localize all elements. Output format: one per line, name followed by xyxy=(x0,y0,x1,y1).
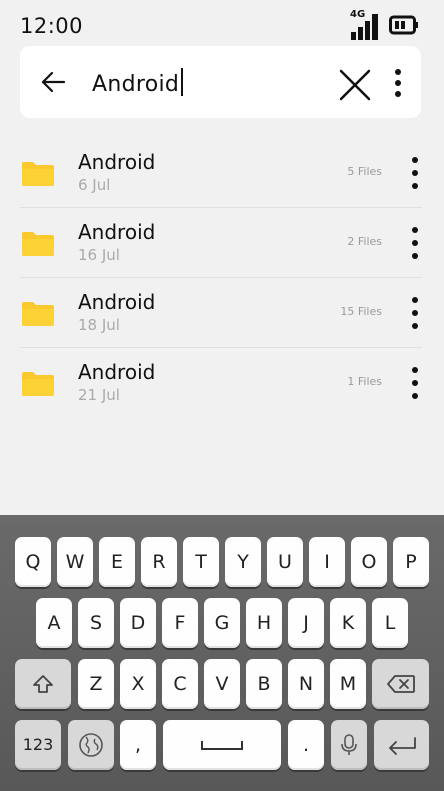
key-h[interactable]: H xyxy=(246,598,282,648)
battery-icon xyxy=(389,15,418,35)
folder-icon xyxy=(22,302,54,326)
folder-name: Android xyxy=(78,150,156,174)
key-j[interactable]: J xyxy=(288,598,324,648)
status-bar: 12:00 4G xyxy=(0,0,444,46)
space-icon xyxy=(201,741,243,750)
backspace-icon xyxy=(386,675,415,693)
key-s[interactable]: S xyxy=(78,598,114,648)
key-o[interactable]: O xyxy=(351,537,387,587)
folder-date: 6 Jul xyxy=(78,176,111,194)
return-icon xyxy=(388,737,416,755)
text-cursor xyxy=(181,68,184,96)
key-z[interactable]: Z xyxy=(78,659,114,709)
key-y[interactable]: Y xyxy=(225,537,261,587)
file-count: 5 Files xyxy=(347,165,382,178)
key-i[interactable]: I xyxy=(309,537,345,587)
folder-icon xyxy=(22,162,54,186)
key-f[interactable]: F xyxy=(162,598,198,648)
key-w[interactable]: W xyxy=(57,537,93,587)
key-c[interactable]: C xyxy=(162,659,198,709)
key-x[interactable]: X xyxy=(120,659,156,709)
clear-icon[interactable] xyxy=(338,68,372,102)
list-item[interactable]: Android 16 Jul 2 Files xyxy=(0,208,444,278)
back-arrow-icon[interactable] xyxy=(40,70,66,94)
file-count: 1 Files xyxy=(347,375,382,388)
key-p[interactable]: P xyxy=(393,537,429,587)
file-count: 2 Files xyxy=(347,235,382,248)
folder-name: Android xyxy=(78,360,156,384)
more-options-icon[interactable] xyxy=(408,156,422,190)
enter-key[interactable] xyxy=(374,720,429,770)
shift-key[interactable] xyxy=(15,659,71,709)
file-list: Android 6 Jul 5 Files Android 16 Jul 2 F… xyxy=(0,138,444,418)
key-t[interactable]: T xyxy=(183,537,219,587)
signal-icon xyxy=(351,14,378,40)
shift-icon xyxy=(33,675,53,693)
space-key[interactable] xyxy=(163,720,281,770)
backspace-key[interactable] xyxy=(372,659,429,709)
globe-key[interactable] xyxy=(68,720,114,770)
voice-input-key[interactable] xyxy=(331,720,367,770)
key-l[interactable]: L xyxy=(372,598,408,648)
key-v[interactable]: V xyxy=(204,659,240,709)
key-u[interactable]: U xyxy=(267,537,303,587)
search-bar: Android xyxy=(20,46,421,118)
folder-icon xyxy=(22,372,54,396)
list-item[interactable]: Android 18 Jul 15 Files xyxy=(0,278,444,348)
clock: 12:00 xyxy=(20,14,84,38)
list-item[interactable]: Android 6 Jul 5 Files xyxy=(0,138,444,208)
search-query: Android xyxy=(92,72,180,97)
microphone-icon xyxy=(341,734,357,755)
key-e[interactable]: E xyxy=(99,537,135,587)
list-item[interactable]: Android 21 Jul 1 Files xyxy=(0,348,444,418)
more-options-icon[interactable] xyxy=(408,366,422,400)
folder-name: Android xyxy=(78,220,156,244)
key-q[interactable]: Q xyxy=(15,537,51,587)
key-m[interactable]: M xyxy=(330,659,366,709)
more-options-icon[interactable] xyxy=(391,68,405,98)
folder-date: 18 Jul xyxy=(78,316,120,334)
search-input[interactable]: Android xyxy=(92,68,184,97)
period-key[interactable]: . xyxy=(288,720,324,770)
numbers-key[interactable]: 123 xyxy=(15,720,61,770)
globe-icon xyxy=(79,733,103,757)
folder-name: Android xyxy=(78,290,156,314)
key-r[interactable]: R xyxy=(141,537,177,587)
more-options-icon[interactable] xyxy=(408,296,422,330)
folder-date: 21 Jul xyxy=(78,386,120,404)
folder-icon xyxy=(22,232,54,256)
folder-date: 16 Jul xyxy=(78,246,120,264)
key-a[interactable]: A xyxy=(36,598,72,648)
on-screen-keyboard: Q W E R T Y U I O P A S D F G H J K L Z … xyxy=(0,515,444,791)
key-n[interactable]: N xyxy=(288,659,324,709)
key-b[interactable]: B xyxy=(246,659,282,709)
file-count: 15 Files xyxy=(340,305,382,318)
comma-key[interactable]: , xyxy=(120,720,156,770)
key-d[interactable]: D xyxy=(120,598,156,648)
more-options-icon[interactable] xyxy=(408,226,422,260)
key-k[interactable]: K xyxy=(330,598,366,648)
key-g[interactable]: G xyxy=(204,598,240,648)
